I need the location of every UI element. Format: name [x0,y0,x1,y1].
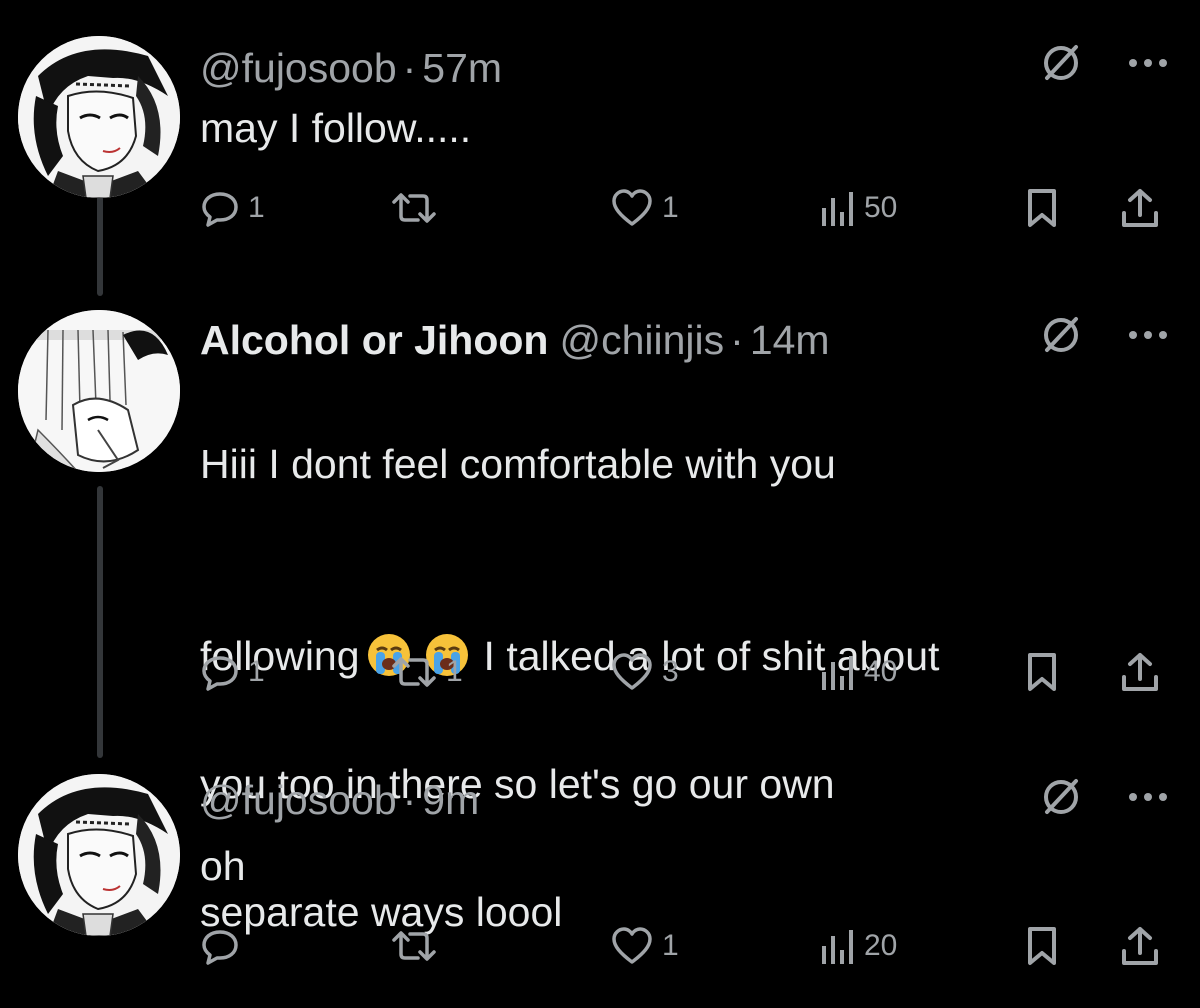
reply-button[interactable]: 1 [200,182,265,234]
bookmark-icon [1028,653,1056,691]
share-button[interactable] [1120,182,1160,234]
share-button[interactable] [1120,646,1160,698]
tweet-actions: 1 1 50 [200,182,1170,234]
like-button[interactable]: 3 [610,646,679,698]
reply-icon [202,192,238,227]
repost-icon [392,657,436,687]
tweet-header-actions [1038,40,1168,86]
repost-button[interactable] [390,920,446,972]
separator-dot: · [402,45,417,91]
conversation-thread: @fujosoob · 57m may I follow..... 1 1 50… [0,0,1200,1001]
muted-circle-slash-icon[interactable] [1038,312,1084,358]
like-button[interactable]: 1 [610,920,679,972]
reply-icon [202,930,238,965]
like-count: 1 [662,191,679,224]
separator-dot: · [402,777,417,823]
avatar-illustration-icon [18,310,180,472]
share-icon [1122,653,1158,691]
views-icon [822,930,853,964]
like-count: 3 [662,655,679,688]
timestamp[interactable]: 57m [422,42,502,94]
tweet-header: @fujosoob · 9m [200,774,479,826]
views-button[interactable]: 40 [820,646,897,698]
avatar[interactable] [18,774,180,936]
views-count: 20 [864,929,898,962]
like-icon [612,189,652,226]
like-icon [612,653,652,690]
muted-circle-slash-icon[interactable] [1038,774,1084,820]
tweet-text: may I follow..... [200,105,472,151]
views-count: 40 [864,655,898,688]
repost-button[interactable] [390,182,446,234]
tweet-text: oh [200,843,246,889]
separator-dot: · [730,317,744,363]
tweet[interactable]: @fujosoob · 9m oh 1 20 [0,774,1200,974]
avatar[interactable] [18,310,180,472]
views-icon [822,192,853,226]
views-button[interactable]: 50 [820,182,897,234]
reply-count: 1 [248,191,265,224]
bookmark-icon [1028,189,1056,227]
user-handle[interactable]: @chiinjis [559,314,724,366]
more-icon[interactable] [1128,329,1168,341]
views-icon [822,656,853,690]
repost-icon [392,193,436,223]
more-icon[interactable] [1128,57,1168,69]
avatar-illustration-icon [18,36,180,198]
tweet[interactable]: @fujosoob · 57m may I follow..... 1 1 50 [0,36,1200,236]
tweet-header-actions [1038,312,1168,358]
like-button[interactable]: 1 [610,182,679,234]
bookmark-button[interactable] [1026,182,1058,234]
reply-button[interactable] [200,920,248,972]
tweet-actions: 1 20 [200,920,1170,972]
tweet-header: @fujosoob · 57m [200,42,502,94]
repost-icon [392,931,436,961]
bookmark-icon [1028,927,1056,965]
views-button[interactable]: 20 [820,920,897,972]
avatar[interactable] [18,36,180,198]
repost-button[interactable]: 1 [390,646,463,698]
tweet-header: Alcohol or Jihoon @chiinjis · 14m [200,314,830,366]
share-button[interactable] [1120,920,1160,972]
avatar-illustration-icon [18,774,180,936]
views-count: 50 [864,191,898,224]
more-icon[interactable] [1128,791,1168,803]
muted-circle-slash-icon[interactable] [1038,40,1084,86]
bookmark-button[interactable] [1026,646,1058,698]
tweet-header-actions [1038,774,1168,820]
reply-icon [202,656,238,691]
timestamp[interactable]: 14m [750,314,830,366]
repost-count: 1 [446,655,463,688]
tweet[interactable]: Alcohol or Jihoon @chiinjis · 14m Hiii I… [0,308,1200,935]
user-handle[interactable]: @fujosoob [200,42,397,94]
display-name[interactable]: Alcohol or Jihoon [200,314,548,366]
reply-button[interactable]: 1 [200,646,265,698]
user-handle[interactable]: @fujosoob [200,774,397,826]
like-count: 1 [662,929,679,962]
bookmark-button[interactable] [1026,920,1058,972]
timestamp[interactable]: 9m [422,774,479,826]
tweet-text-line: Hiii I dont feel comfortable with you [200,441,836,487]
reply-count: 1 [248,655,265,688]
like-icon [612,927,652,964]
share-icon [1122,189,1158,227]
tweet-actions: 1 1 3 40 [200,646,1170,698]
share-icon [1122,927,1158,965]
